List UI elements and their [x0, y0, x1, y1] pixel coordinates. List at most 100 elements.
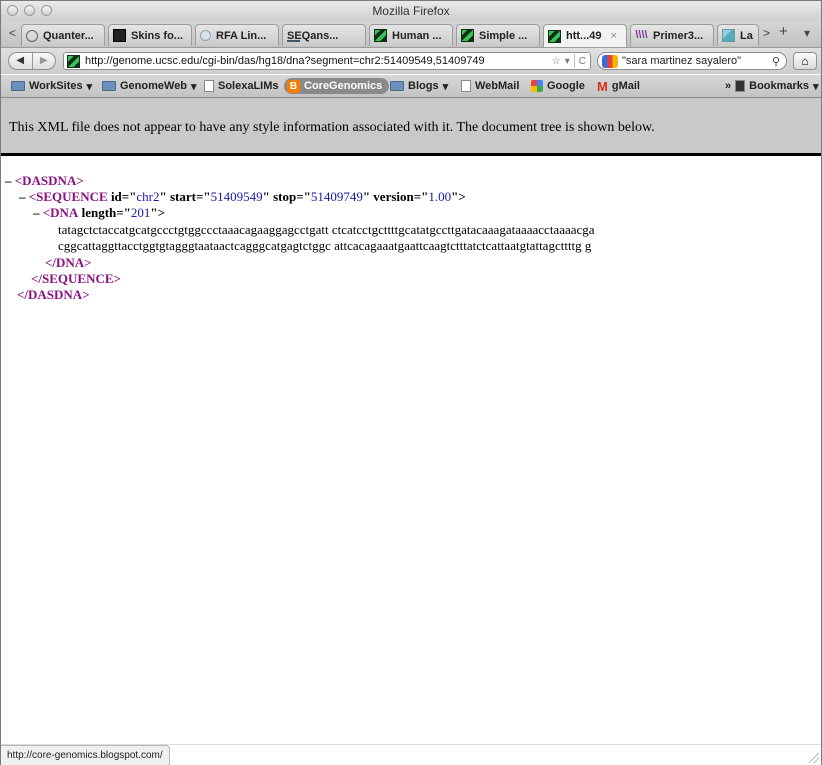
resize-grip-icon[interactable] — [809, 753, 819, 763]
xml-close-sequence: </SEQUENCE> — [31, 271, 121, 287]
tab-la[interactable]: La — [717, 24, 759, 46]
dna-sequence-line: tatagctctaccatgcatgccctgtggccctaaacagaag… — [58, 222, 595, 237]
tab-rfa[interactable]: RFA Lin... — [195, 24, 279, 46]
bookmark-blogs[interactable]: Blogs ▾ — [390, 78, 448, 94]
xml-attr-value: 1.00 — [428, 189, 452, 204]
forward-button[interactable]: ▶ — [33, 53, 56, 69]
bookmark-gmail[interactable]: M gMail — [597, 78, 640, 94]
google-search-engine-icon[interactable] — [602, 54, 618, 68]
minimize-window-button[interactable] — [24, 5, 35, 16]
page-icon — [461, 80, 471, 92]
xml-close-dna: </DNA> — [45, 255, 92, 271]
bookmarks-icon — [735, 80, 746, 92]
xml-tag: </DNA> — [45, 255, 92, 270]
reload-icon[interactable]: C — [579, 56, 586, 67]
collapse-toggle[interactable]: – — [19, 189, 26, 204]
xml-attr-value: 51409749 — [310, 189, 363, 204]
bookmark-google[interactable]: Google — [531, 78, 585, 94]
xml-attr-value: 51409549 — [210, 189, 263, 204]
folder-icon — [11, 81, 25, 91]
seqanswers-icon — [287, 29, 300, 42]
folder-icon — [390, 81, 404, 91]
new-tab-button[interactable]: + — [779, 23, 788, 40]
xml-node-sequence: – <SEQUENCE id="chr2" start="51409549" s… — [19, 189, 466, 204]
search-box[interactable]: "sara martinez sayalero" ⚲ — [597, 52, 787, 70]
close-window-button[interactable] — [7, 5, 18, 16]
bookmark-worksites[interactable]: WorkSites ▾ — [11, 78, 92, 94]
xml-attr-value: 201 — [130, 205, 151, 220]
tab-skins[interactable]: Skins fo... — [108, 24, 192, 46]
search-circle-icon — [26, 29, 38, 42]
scroll-tabs-right-button[interactable]: > — [763, 26, 770, 40]
la-icon — [722, 29, 735, 42]
ucsc-icon — [374, 29, 387, 42]
tab-seqanswers[interactable]: SEQans... — [282, 24, 366, 46]
zoom-window-button[interactable] — [41, 5, 52, 16]
tab-simple[interactable]: Simple ... — [456, 24, 540, 46]
xml-attr-name: start — [169, 189, 196, 204]
xml-tag: <DNA — [42, 205, 79, 220]
tab-quanter[interactable]: Quanter... — [21, 24, 105, 46]
xml-tag: <DASDNA> — [14, 173, 84, 188]
site-identity-icon — [67, 54, 80, 68]
title-bar: Mozilla Firefox — [1, 1, 821, 21]
page-content: This XML file does not appear to have an… — [1, 98, 821, 744]
dna-sequence-line: cggcattaggttacctggtgtagggtaataactcagggca… — [58, 238, 592, 253]
xml-attr-name: length — [81, 205, 117, 220]
url-bar[interactable]: http://genome.ucsc.edu/cgi-bin/das/hg18/… — [63, 52, 591, 70]
chevron-down-icon: ▾ — [442, 80, 449, 93]
tab-active-dna[interactable]: htt...49 × — [543, 24, 627, 47]
skins-icon — [113, 29, 126, 42]
collapse-toggle[interactable]: – — [5, 173, 12, 188]
tab-strip: < Quanter... Skins fo... RFA Lin... SEQa… — [1, 21, 821, 48]
google-icon — [531, 80, 543, 92]
back-button[interactable]: ◀ — [9, 53, 33, 69]
xml-tag: </DASDNA> — [17, 287, 90, 302]
window-title: Mozilla Firefox — [372, 4, 450, 18]
blogger-icon: B — [287, 79, 300, 93]
page-icon — [204, 80, 214, 92]
home-button[interactable]: ⌂ — [793, 52, 817, 70]
search-icon[interactable]: ⚲ — [772, 55, 780, 68]
rfa-icon — [200, 30, 211, 41]
collapse-toggle[interactable]: – — [33, 205, 40, 220]
back-forward-buttons: ◀ ▶ — [8, 52, 56, 70]
close-tab-icon[interactable]: × — [610, 30, 616, 42]
overflow-chevron-icon[interactable]: » — [725, 80, 731, 92]
chevron-down-icon: ▾ — [191, 80, 197, 93]
navigation-toolbar: ◀ ▶ http://genome.ucsc.edu/cgi-bin/das/h… — [1, 48, 821, 74]
xml-node-dasdna: – <DASDNA> — [5, 173, 84, 189]
primer3-icon: \\\\ — [635, 29, 648, 41]
bookmark-star-icon[interactable]: ☆ — [552, 56, 561, 67]
xml-tag: <SEQUENCE — [28, 189, 108, 204]
status-text: http://core-genomics.blogspot.com/ — [1, 745, 170, 765]
bookmark-solexalims[interactable]: SolexaLIMs — [204, 78, 279, 94]
ucsc-icon — [548, 29, 561, 43]
xml-node-dna: – <DNA length="201"> — [33, 205, 165, 220]
xml-tag: </SEQUENCE> — [31, 271, 121, 286]
bookmarks-menu-button[interactable]: » Bookmarks ▾ — [725, 78, 819, 94]
folder-icon — [102, 81, 116, 91]
bookmarks-toolbar: WorkSites ▾ GenomeWeb ▾ SolexaLIMs B Cor… — [1, 75, 821, 98]
list-all-tabs-button[interactable]: ▾ — [804, 26, 810, 40]
tab-primer3[interactable]: \\\\ Primer3... — [630, 24, 714, 46]
chevron-down-icon: ▾ — [86, 80, 93, 93]
bookmark-genomeweb[interactable]: GenomeWeb ▾ — [102, 78, 197, 94]
xml-attr-name: id — [110, 189, 122, 204]
url-text[interactable]: http://genome.ucsc.edu/cgi-bin/das/hg18/… — [85, 55, 552, 67]
bookmark-webmail[interactable]: WebMail — [461, 78, 519, 94]
status-bar: http://core-genomics.blogspot.com/ — [1, 744, 821, 765]
bookmark-coregenomics[interactable]: B CoreGenomics — [284, 78, 390, 94]
ucsc-icon — [461, 29, 474, 42]
url-bar-separator — [573, 54, 575, 68]
window-controls — [7, 5, 52, 16]
chevron-down-icon: ▾ — [813, 80, 819, 93]
tab-human[interactable]: Human ... — [369, 24, 453, 46]
xml-attr-value: chr2 — [136, 189, 160, 204]
browser-window: Mozilla Firefox < Quanter... Skins fo...… — [0, 0, 822, 765]
scroll-tabs-left-button[interactable]: < — [9, 26, 16, 40]
xml-style-notice: This XML file does not appear to have an… — [1, 98, 821, 156]
gmail-icon: M — [597, 78, 608, 94]
search-input[interactable]: "sara martinez sayalero" — [622, 55, 772, 67]
url-history-dropdown-icon[interactable]: ▾ — [565, 56, 570, 67]
